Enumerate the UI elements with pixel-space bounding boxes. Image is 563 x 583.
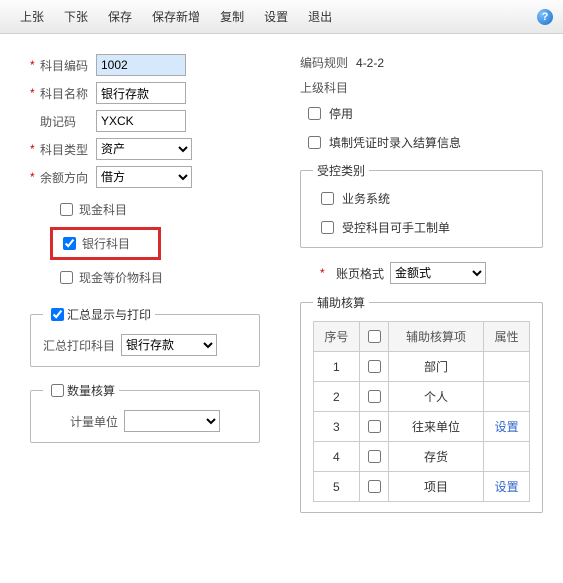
type-label: 科目类型 [40,141,96,158]
controlled-fieldset: 受控类别 业务系统 受控科目可手工制单 [300,162,543,248]
help-icon[interactable]: ? [537,9,553,25]
manual-label: 受控科目可手工制单 [342,219,450,236]
manual-checkbox[interactable] [321,221,334,234]
code-label: 科目编码 [40,57,96,74]
name-input[interactable] [96,82,186,104]
cash-checkbox[interactable] [60,203,73,216]
aux-row: 4 存货 [314,442,530,472]
aux-row: 2 个人 [314,382,530,412]
accfmt-label: 账页格式 [336,265,384,282]
accfmt-select[interactable]: 金额式 [390,262,486,284]
aux-row-checkbox[interactable] [368,480,381,493]
cashlike-checkbox[interactable] [60,271,73,284]
mnemonic-label: 助记码 [40,113,96,130]
settle-label: 填制凭证时录入结算信息 [329,134,461,151]
aux-legend: 辅助核算 [313,294,369,311]
unit-label: 计量单位 [70,413,118,430]
toolbar: 上张 下张 保存 保存新增 复制 设置 退出 ? [0,0,563,34]
aux-row-attr-link[interactable]: 设置 [495,480,519,494]
aux-th-item: 辅助核算项 [388,322,484,352]
qty-fieldset: 数量核算 计量单位 [30,381,260,443]
code-input[interactable] [96,54,186,76]
aux-row-attr-link[interactable]: 设置 [495,420,519,434]
aux-row-checkbox[interactable] [368,390,381,403]
toolbar-settings[interactable]: 设置 [254,8,298,25]
balance-label: 余额方向 [40,169,96,186]
parent-label: 上级科目 [300,79,348,96]
code-rule-value: 4-2-2 [356,56,384,70]
mnemonic-input[interactable] [96,110,186,132]
balance-select[interactable]: 借方 [96,166,192,188]
qty-legend: 数量核算 [67,382,115,399]
toolbar-save[interactable]: 保存 [98,8,142,25]
toolbar-next[interactable]: 下张 [54,8,98,25]
settle-checkbox[interactable] [308,136,321,149]
disabled-label: 停用 [329,105,353,122]
toolbar-save-new[interactable]: 保存新增 [142,8,210,25]
bank-label: 银行科目 [82,235,130,252]
name-label: 科目名称 [40,85,96,102]
aux-row: 5 项目 设置 [314,472,530,502]
aux-th-attr: 属性 [484,322,530,352]
bank-checkbox[interactable] [63,237,76,250]
controlled-legend: 受控类别 [313,162,369,179]
summary-legend-checkbox[interactable] [51,308,64,321]
unit-select[interactable] [124,410,220,432]
aux-th-no: 序号 [314,322,360,352]
aux-header-checkbox[interactable] [368,330,381,343]
bank-highlight-box: 银行科目 [50,227,161,260]
toolbar-copy[interactable]: 复制 [210,8,254,25]
aux-row: 3 往来单位 设置 [314,412,530,442]
toolbar-exit[interactable]: 退出 [298,8,342,25]
aux-th-chk [359,322,388,352]
aux-row-checkbox[interactable] [368,450,381,463]
aux-row-checkbox[interactable] [368,360,381,373]
code-rule-label: 编码规则 [300,54,348,71]
cashlike-label: 现金等价物科目 [79,269,163,286]
biz-checkbox[interactable] [321,192,334,205]
summary-fieldset: 汇总显示与打印 汇总打印科目 银行存款 [30,305,260,367]
summary-legend: 汇总显示与打印 [67,306,151,323]
aux-row: 1 部门 [314,352,530,382]
biz-label: 业务系统 [342,190,390,207]
summary-print-select[interactable]: 银行存款 [121,334,217,356]
aux-table: 序号 辅助核算项 属性 1 部门 2 [313,321,530,502]
toolbar-prev[interactable]: 上张 [10,8,54,25]
disabled-checkbox[interactable] [308,107,321,120]
aux-fieldset: 辅助核算 序号 辅助核算项 属性 1 部门 [300,294,543,513]
type-select[interactable]: 资产 [96,138,192,160]
cash-label: 现金科目 [79,201,127,218]
summary-print-label: 汇总打印科目 [43,337,115,354]
aux-row-checkbox[interactable] [368,420,381,433]
qty-legend-checkbox[interactable] [51,384,64,397]
